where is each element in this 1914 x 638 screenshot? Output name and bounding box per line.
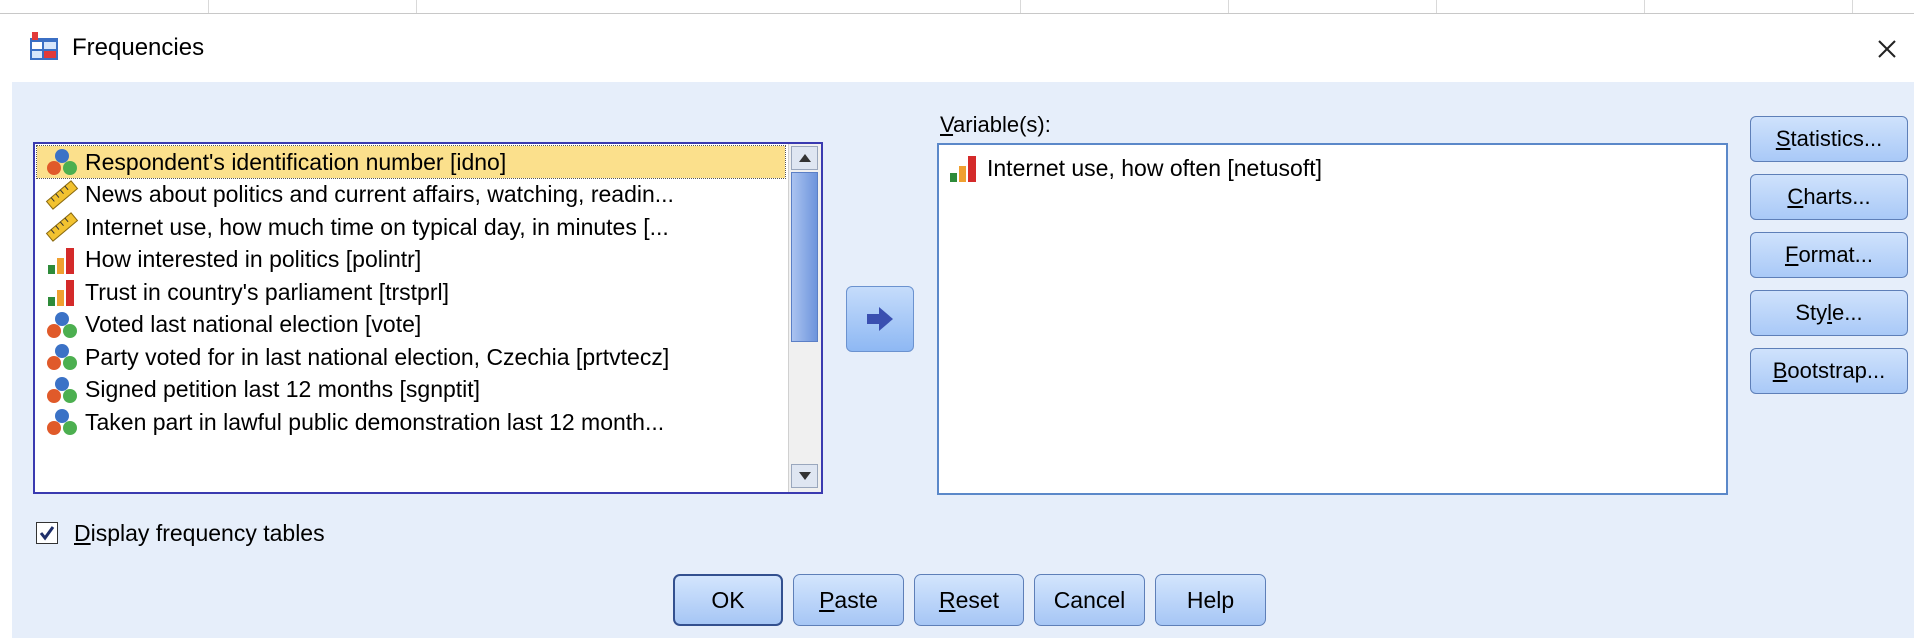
style-button[interactable]: Sty l e...: [1750, 290, 1908, 336]
list-item[interactable]: Internet use, how often [netusoft]: [939, 149, 1699, 187]
nominal-icon: [47, 149, 77, 175]
ordinal-icon: [950, 156, 976, 182]
variables-label: Variable(s):: [940, 112, 1051, 137]
list-item[interactable]: Signed petition last 12 months [sgnptit]: [37, 374, 785, 406]
paste-button[interactable]: Paste: [793, 574, 904, 626]
background-window-strip: [0, 0, 1914, 14]
ordinal-icon: [48, 247, 74, 274]
move-to-variables-button[interactable]: [846, 286, 914, 352]
title-bar: Frequencies: [0, 14, 1914, 82]
list-item[interactable]: Internet use, how much time on typical d…: [37, 211, 785, 243]
source-list-scrollbar[interactable]: [788, 144, 821, 492]
reset-button[interactable]: Reset: [914, 574, 1024, 626]
list-item[interactable]: Respondent's identification number [idno…: [36, 145, 786, 179]
nominal-icon: [47, 409, 77, 435]
scroll-up-button[interactable]: [791, 146, 818, 170]
down-arrow-icon: [798, 472, 811, 480]
charts-button[interactable]: Charts...: [1750, 174, 1908, 220]
ordinal-icon: [48, 280, 74, 306]
display-frequency-tables-label[interactable]: Display frequency tables: [74, 520, 325, 547]
scale-icon: [45, 212, 79, 242]
help-button[interactable]: Help: [1155, 574, 1266, 626]
right-arrow-icon: [867, 307, 893, 331]
ok-button[interactable]: OK: [673, 574, 783, 626]
close-icon[interactable]: [1870, 32, 1904, 66]
list-item[interactable]: Voted last national election [vote]: [37, 309, 785, 341]
scroll-thumb[interactable]: [791, 172, 818, 342]
list-item[interactable]: Party voted for in last national electio…: [37, 341, 785, 373]
list-item[interactable]: How interested in politics [polintr]: [37, 244, 785, 276]
up-arrow-icon: [798, 154, 811, 162]
nominal-icon: [47, 376, 77, 403]
list-item[interactable]: Trust in country's parliament [trstprl]: [37, 276, 785, 308]
nominal-icon: [47, 344, 77, 370]
source-variable-list[interactable]: Respondent's identification number [idno…: [33, 142, 823, 494]
list-item[interactable]: Taken part in lawful public demonstratio…: [37, 406, 785, 438]
display-frequency-tables-checkbox[interactable]: [36, 522, 58, 544]
format-button[interactable]: Format...: [1750, 232, 1908, 278]
selected-variables-list[interactable]: Internet use, how often [netusoft]: [937, 143, 1728, 495]
nominal-icon: [47, 311, 77, 338]
list-item[interactable]: News about politics and current affairs,…: [37, 179, 785, 211]
spss-app-icon: [30, 32, 58, 60]
window-title: Frequencies: [72, 34, 205, 61]
statistics-button[interactable]: Statistics...: [1750, 116, 1908, 162]
bootstrap-button[interactable]: Bootstrap...: [1750, 348, 1908, 394]
checkmark-icon: [39, 526, 55, 541]
scroll-down-button[interactable]: [791, 464, 818, 488]
cancel-button[interactable]: Cancel: [1034, 574, 1145, 626]
scale-icon: [45, 179, 79, 210]
